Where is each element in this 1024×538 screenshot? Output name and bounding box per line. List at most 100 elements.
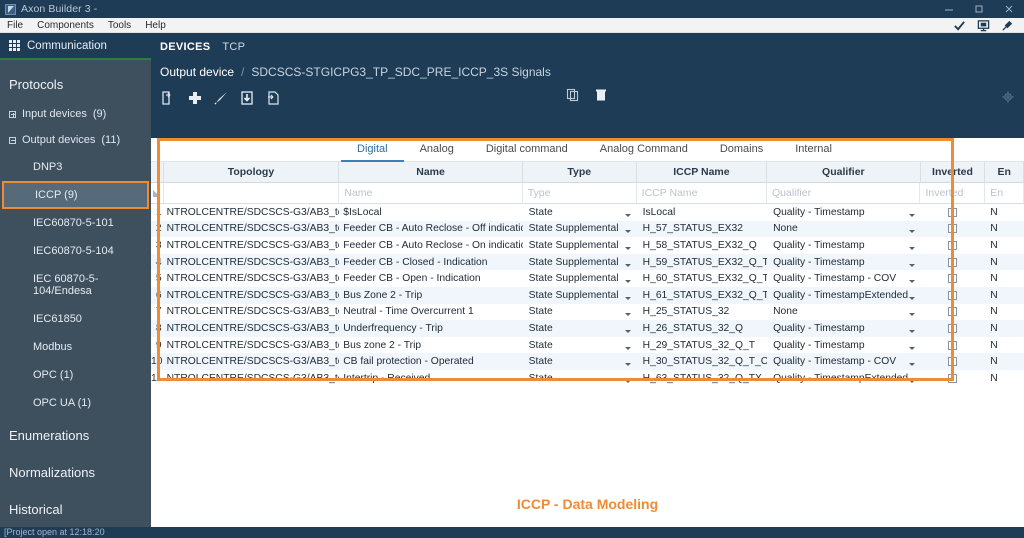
download-icon[interactable] — [238, 89, 255, 106]
cell-qualifier[interactable]: Quality - Timestamp — [767, 207, 921, 218]
tab-domains[interactable]: Domains — [704, 138, 779, 162]
cell-type[interactable]: State Supplemental — [523, 273, 637, 284]
cell-enum[interactable]: N — [985, 356, 1024, 367]
cell-type[interactable]: State — [523, 306, 637, 317]
cell-iccp-name[interactable]: H_29_STATUS_32_Q_T — [637, 340, 767, 351]
sidebar-item-historical[interactable]: Historical — [0, 491, 151, 528]
cell-topology[interactable]: NTROLCENTRE/SDCSCS-G3/AB3_to_TP_G3 — [164, 273, 340, 284]
chevron-down-icon[interactable] — [908, 313, 915, 317]
chevron-down-icon[interactable] — [624, 296, 631, 300]
sidebar-item-opc-ua[interactable]: OPC UA (1) — [0, 389, 151, 417]
check-icon[interactable] — [953, 19, 966, 32]
cell-enum[interactable]: N — [985, 207, 1024, 218]
collapse-minus-icon[interactable] — [9, 136, 16, 144]
chevron-down-icon[interactable] — [624, 329, 631, 333]
tab-digital-command[interactable]: Digital command — [470, 138, 584, 162]
menu-item-tools[interactable]: Tools — [101, 18, 138, 33]
cell-name[interactable]: Bus zone 2 - Trip — [339, 340, 522, 351]
table-row[interactable]: 5NTROLCENTRE/SDCSCS-G3/AB3_to_TP_G3Feede… — [151, 270, 1024, 287]
cell-qualifier[interactable]: Quality - Timestamp - COV — [767, 356, 921, 367]
cell-name[interactable]: Underfrequency - Trip — [339, 323, 522, 334]
cell-qualifier[interactable]: Quality - Timestamp — [767, 340, 921, 351]
cell-qualifier[interactable]: Quality - TimestampExtended — [767, 290, 921, 301]
chevron-down-icon[interactable] — [908, 329, 915, 333]
expand-plus-icon[interactable] — [9, 110, 16, 118]
sidebar-item-iec60870-5-104[interactable]: IEC60870-5-104 — [0, 237, 151, 265]
cell-enum[interactable]: N — [985, 223, 1024, 234]
brush-icon[interactable] — [212, 89, 229, 106]
plus-icon[interactable] — [186, 89, 203, 106]
column-header-iccp-name[interactable]: ICCP Name — [637, 161, 768, 183]
sidebar-item-opc[interactable]: OPC (1) — [0, 361, 151, 389]
chevron-down-icon[interactable] — [908, 296, 915, 300]
sidebar-item-protocols[interactable]: Protocols — [0, 68, 151, 101]
cell-type[interactable]: State — [523, 356, 637, 367]
monitor-icon[interactable] — [977, 19, 990, 32]
filter-input-topology[interactable] — [164, 182, 340, 204]
table-row[interactable]: 4NTROLCENTRE/SDCSCS-G3/AB3_to_TP_G3Feede… — [151, 253, 1024, 271]
gear-icon[interactable] — [1001, 90, 1015, 109]
cell-type[interactable]: State Supplemental — [523, 257, 637, 268]
cell-type[interactable]: State — [523, 207, 637, 218]
table-row[interactable]: 8NTROLCENTRE/SDCSCS-G3/AB3_to_TP_G3Under… — [151, 320, 1024, 337]
sidebar-item-input-devices[interactable]: Input devices (9) — [0, 101, 151, 127]
cell-topology[interactable]: NTROLCENTRE/SDCSCS-G3/AB3_to_TP_G3 — [164, 323, 340, 334]
table-row[interactable]: 1NTROLCENTRE/SDCSCS-G3/AB3_to_TP_G3$IsLo… — [151, 204, 1024, 221]
cell-iccp-name[interactable]: H_57_STATUS_EX32 — [637, 223, 767, 234]
column-header-topology[interactable]: Topology — [164, 161, 340, 183]
cell-qualifier[interactable]: Quality - Timestamp - COV — [767, 273, 921, 284]
chevron-down-icon[interactable] — [908, 263, 915, 267]
cell-type[interactable]: State — [523, 340, 637, 351]
chevron-down-icon[interactable] — [624, 246, 631, 250]
cell-qualifier[interactable]: None — [767, 306, 921, 317]
cell-iccp-name[interactable]: H_61_STATUS_EX32_Q_TX — [637, 290, 767, 301]
cell-topology[interactable]: NTROLCENTRE/SDCSCS-G3/AB3_to_TP_G3 — [164, 257, 340, 268]
maximize-button[interactable] — [964, 0, 994, 18]
cell-name[interactable]: Feeder CB - Open - Indication — [339, 273, 522, 284]
cell-name[interactable]: CB fail protection - Operated — [339, 356, 522, 367]
chevron-down-icon[interactable] — [908, 230, 915, 234]
menu-item-help[interactable]: Help — [138, 18, 173, 33]
cell-qualifier[interactable]: Quality - Timestamp — [767, 257, 921, 268]
cell-enum[interactable]: N — [985, 373, 1024, 384]
tab-analog[interactable]: Analog — [404, 138, 470, 162]
sidebar-item-normalizations[interactable]: Normalizations — [0, 454, 151, 491]
cell-topology[interactable]: NTROLCENTRE/SDCSCS-G3/AB3_to_TP_G3 — [164, 240, 340, 251]
tab-digital[interactable]: Digital — [341, 138, 404, 162]
table-row[interactable]: 3NTROLCENTRE/SDCSCS-G3/AB3_to_TP_G3Feede… — [151, 237, 1024, 254]
cell-name[interactable]: Bus Zone 2 - Trip — [339, 290, 522, 301]
cell-topology[interactable]: NTROLCENTRE/SDCSCS-G3/AB3_to_TP_G3 — [164, 290, 340, 301]
breadcrumb-root[interactable]: Output device — [160, 65, 234, 79]
cell-enum[interactable]: N — [985, 257, 1024, 268]
sidebar-item-enumerations[interactable]: Enumerations — [0, 417, 151, 454]
cell-topology[interactable]: NTROLCENTRE/SDCSCS-G3/AB3_to_TP_G3 — [164, 356, 340, 367]
cell-type[interactable]: State Supplemental — [523, 240, 637, 251]
export-page-icon[interactable] — [264, 89, 281, 106]
tab-tcp[interactable]: TCP — [222, 41, 245, 53]
filter-input-type[interactable]: Type — [523, 182, 637, 204]
chevron-down-icon[interactable] — [624, 280, 631, 284]
chevron-down-icon[interactable] — [908, 346, 915, 350]
cell-topology[interactable]: NTROLCENTRE/SDCSCS-G3/AB3_to_TP_G3 — [164, 207, 340, 218]
chevron-down-icon[interactable] — [908, 363, 915, 367]
sidebar-item-modbus[interactable]: Modbus — [0, 333, 151, 361]
cell-type[interactable]: State Supplemental — [523, 223, 637, 234]
sidebar-item-iec60870-5-101[interactable]: IEC60870-5-101 — [0, 209, 151, 237]
filter-input-name[interactable]: Name — [339, 182, 523, 204]
cell-qualifier[interactable]: Quality - Timestamp — [767, 323, 921, 334]
filter-input-enum[interactable]: En — [985, 182, 1024, 204]
tab-internal[interactable]: Internal — [779, 138, 848, 162]
cell-enum[interactable]: N — [985, 240, 1024, 251]
table-row[interactable]: 7NTROLCENTRE/SDCSCS-G3/AB3_to_TP_G3Neutr… — [151, 304, 1024, 321]
chevron-down-icon[interactable] — [624, 313, 631, 317]
table-row[interactable]: 2NTROLCENTRE/SDCSCS-G3/AB3_to_TP_G3Feede… — [151, 220, 1024, 238]
chevron-down-icon[interactable] — [908, 280, 915, 284]
cell-iccp-name[interactable]: H_60_STATUS_EX32_Q_T_C — [637, 273, 767, 284]
cell-enum[interactable]: N — [985, 273, 1024, 284]
plug-icon[interactable] — [1001, 19, 1014, 32]
cell-iccp-name[interactable]: IsLocal — [637, 207, 767, 218]
filter-input-iccp-name[interactable]: ICCP Name — [637, 182, 767, 204]
column-header-qualifier[interactable]: Qualifier — [767, 161, 921, 183]
cell-topology[interactable]: NTROLCENTRE/SDCSCS-G3/AB3_to_TP_G3 — [164, 340, 340, 351]
table-row[interactable]: 9NTROLCENTRE/SDCSCS-G3/AB3_to_TP_G3Bus z… — [151, 337, 1024, 354]
